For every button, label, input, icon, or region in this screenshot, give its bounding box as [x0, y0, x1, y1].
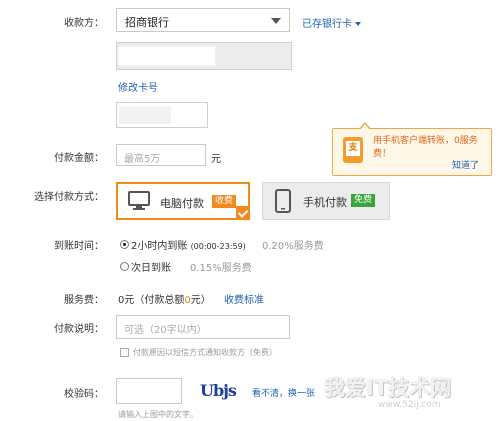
- mobile-phone-icon: [275, 189, 291, 213]
- mobile-fee-badge: 免费: [351, 194, 376, 207]
- arrival-2h-option: 2小时内到账 (00:00-23:59): [131, 237, 246, 252]
- description-label: 付款说明：: [54, 324, 104, 335]
- verify-code-hint: 请输入上图中的文字。: [118, 410, 198, 419]
- saved-cards-link[interactable]: 已存银行卡: [302, 15, 361, 30]
- arrival-2h-hours: (00:00-23:59): [190, 242, 246, 251]
- modify-card-link[interactable]: 修改卡号: [118, 79, 158, 94]
- captcha-image[interactable]: Ubjs: [200, 381, 237, 400]
- service-fee-suffix: 元）: [190, 295, 211, 306]
- card-number-mask: [119, 47, 215, 65]
- service-fee-value: 0元（付款总额0元）: [118, 291, 211, 306]
- amount-placeholder: 最高5万: [124, 154, 161, 165]
- bank-select-value: 招商银行: [125, 16, 169, 29]
- amount-label: 付款金额：: [54, 153, 104, 164]
- verify-code-label: 校验码：: [64, 389, 104, 400]
- selected-check-icon: [236, 206, 250, 220]
- fee-standard-link[interactable]: 收费标准: [224, 291, 264, 306]
- pc-fee-badge: 收费: [212, 195, 237, 208]
- service-fee-label: 服务费：: [64, 295, 104, 306]
- arrival-2h-fee: 0.20%服务费: [262, 241, 324, 252]
- description-input[interactable]: 可选（20字以内）: [116, 315, 290, 339]
- payment-method-label: 选择付款方式：: [34, 192, 104, 203]
- description-placeholder: 可选（20字以内）: [124, 325, 207, 336]
- chevron-down-icon: [271, 18, 281, 24]
- amount-unit: 元: [211, 154, 221, 165]
- computer-icon: [128, 191, 150, 210]
- alipay-phone-icon-glyph: 支: [346, 141, 360, 156]
- site-watermark-url: www.52ij.com: [378, 400, 441, 410]
- payee-label: 收款方：: [64, 18, 104, 29]
- bank-select[interactable]: 招商银行: [116, 8, 290, 32]
- arrival-time-label: 到账时间：: [54, 241, 104, 252]
- amount-input[interactable]: 最高5万: [116, 144, 206, 166]
- pc-payment-label: 电脑付款: [160, 197, 204, 210]
- card-secondary-mask: [119, 106, 171, 124]
- site-watermark: 我爱IT技术网: [324, 376, 452, 400]
- saved-cards-link-label: 已存银行卡: [302, 19, 352, 30]
- verify-code-input[interactable]: [116, 378, 182, 404]
- arrival-nextday-radio[interactable]: [120, 262, 129, 271]
- arrival-nextday-fee: 0.15%服务费: [190, 263, 252, 274]
- arrival-2h-label: 2小时内到账: [131, 241, 188, 252]
- arrival-2h-radio[interactable]: [120, 240, 129, 249]
- caret-down-icon: [355, 22, 361, 26]
- tooltip-dismiss-link[interactable]: 知道了: [452, 158, 479, 171]
- service-fee-prefix: 0元（付款总额: [118, 295, 185, 306]
- mobile-payment-option[interactable]: 手机付款 免费: [262, 182, 390, 220]
- pc-payment-option[interactable]: 电脑付款 收费: [116, 182, 250, 220]
- alipay-phone-icon: 支: [343, 137, 363, 163]
- captcha-refresh-link[interactable]: 看不清，换一张: [252, 386, 315, 399]
- mobile-payment-label: 手机付款: [303, 196, 347, 209]
- mobile-promo-tooltip: 支 用手机客户端转账，0服务费！ 知道了: [332, 122, 492, 176]
- card-secondary-field[interactable]: [116, 102, 208, 128]
- card-number-display: [116, 42, 292, 70]
- tooltip-arrow-inner: [360, 124, 370, 130]
- arrival-nextday-label: 次日到账: [131, 263, 171, 274]
- sms-notify-label: 付款原因以短信方式通知收款方（免费）: [133, 348, 277, 357]
- sms-notify-checkbox[interactable]: [120, 348, 129, 357]
